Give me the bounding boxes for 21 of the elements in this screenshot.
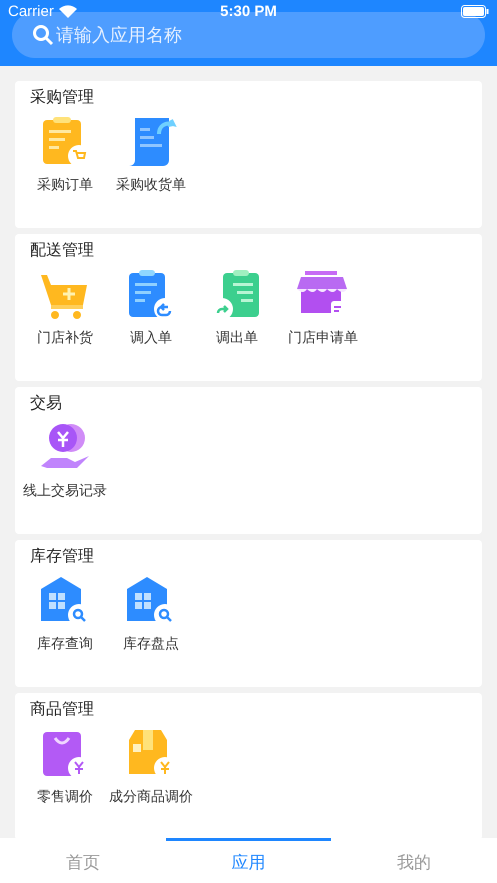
app-label[interactable]: 调入单: [130, 329, 172, 347]
app-label[interactable]: 门店申请单: [288, 329, 358, 347]
search-placeholder: 请输入应用名称: [56, 24, 182, 47]
search-icon: [32, 24, 54, 46]
app-label[interactable]: 调出单: [216, 329, 258, 347]
section-title: 采购管理: [30, 87, 94, 108]
wifi-icon: [58, 4, 77, 18]
section-title: 交易: [30, 393, 62, 414]
app-label[interactable]: 库存盘点: [123, 635, 179, 653]
section-title: 库存管理: [30, 546, 94, 567]
app-label[interactable]: 零售调价: [37, 788, 93, 806]
app-label[interactable]: 库存查询: [37, 635, 93, 653]
tab[interactable]: 应用: [166, 838, 332, 883]
app-label[interactable]: 采购收货单: [116, 176, 186, 194]
app-label[interactable]: 成分商品调价: [109, 788, 193, 806]
section-title: 配送管理: [30, 240, 94, 261]
battery-icon: [461, 5, 489, 18]
section-title: 商品管理: [30, 699, 94, 720]
app-label[interactable]: 采购订单: [37, 176, 93, 194]
app-label[interactable]: 线上交易记录: [23, 482, 107, 500]
app-label[interactable]: 门店补货: [37, 329, 93, 347]
